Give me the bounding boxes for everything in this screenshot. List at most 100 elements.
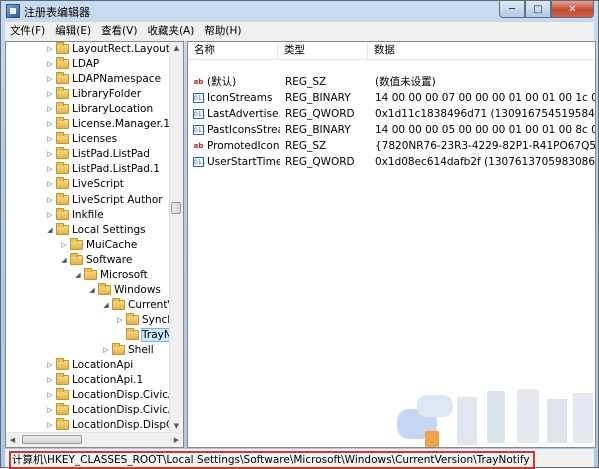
tree-item-label: Shell [128,344,154,356]
expand-arrow-icon[interactable]: ▷ [102,343,110,358]
folder-icon [56,102,69,115]
value-name: (默认) [207,76,237,88]
value-row[interactable]: 011PastIconsStream REG_BINARY 14 00 00 00 … [188,122,595,138]
expand-arrow-icon[interactable]: ▷ [46,42,54,57]
scroll-thumb[interactable] [171,202,181,214]
folder-icon [56,358,69,371]
tree-item[interactable]: ▷ LocationDisp.DispCivicA [46,418,183,433]
tree-item[interactable]: ▷ LibraryFolder [46,87,141,102]
title-bar[interactable]: 注册表编辑器 ─ □ ✕ [1,1,598,21]
expand-arrow-icon[interactable]: ▷ [46,373,54,388]
scroll-left-arrow-icon[interactable]: ◀ [6,433,19,447]
window-controls: ─ □ ✕ [499,1,594,19]
folder-icon [56,72,69,85]
tree-horizontal-scrollbar[interactable]: ◀ ▶ [6,432,183,447]
expand-arrow-icon[interactable]: ▷ [46,162,54,177]
expand-arrow-icon[interactable]: ▷ [46,388,54,403]
maximize-button[interactable]: □ [525,1,551,18]
menu-favorites[interactable]: 收藏夹(A) [142,22,199,41]
tree-item[interactable]: ▷ Shell [102,343,154,358]
value-row[interactable]: 011 UserStartTime REG_QWORD 0x1d08ec614dafb… [188,154,595,170]
value-row[interactable]: ab (默认) REG_SZ (数值未设置) [188,74,595,90]
tree-item[interactable]: ◢ Windows [88,282,161,298]
tree-item[interactable]: ▷ Licenses [46,132,117,147]
tree-item[interactable]: ▷ LocationDisp.CivicAddr [46,388,183,403]
collapse-arrow-icon[interactable]: ◢ [88,283,96,298]
value-type: REG_SZ [285,76,327,88]
tree-item[interactable]: ▷ MuiCache [60,237,137,253]
value-type: REG_QWORD [285,156,355,168]
registry-tree[interactable]: ▷ LocationDisp.DispCivicA ▷ LocationDisp.Ci… [5,41,184,448]
folder-icon [112,297,125,310]
value-data: 14 00 00 00 07 00 00 00 01 00 01 00 1c 0… [375,92,595,104]
expand-arrow-icon[interactable]: ▷ [46,403,54,418]
tree-item[interactable]: ▷ LDAP [46,57,99,72]
expand-arrow-icon[interactable]: ▷ [46,72,54,87]
tree-item-label: ListPad.ListPad [72,148,150,161]
value-row[interactable]: 011LastAdvertise... REG_QWORD 0x1d11c18384… [188,106,595,122]
expand-arrow-icon[interactable]: ▷ [46,132,54,147]
tree-item[interactable]: ▷ lnkfile [46,207,104,223]
tree-item[interactable]: ▷ LibraryLocation [46,102,153,117]
tree-item-label: Licenses [72,133,118,146]
value-row[interactable]: abPromotedIcon... REG_SZ {7820NR76-23R3-42… [188,138,595,154]
column-name-header[interactable]: 名称 [188,42,278,59]
expand-arrow-icon[interactable]: ▷ [46,87,54,102]
tree-item[interactable]: ▷ LDAPNamespace [46,72,161,87]
menu-file[interactable]: 文件(F) [5,22,50,41]
column-data-header[interactable]: 数据 [368,42,595,59]
menu-edit[interactable]: 编辑(E) [50,22,96,41]
expand-arrow-icon[interactable]: ▷ [46,193,54,208]
expand-arrow-icon[interactable]: ▷ [60,238,68,253]
tree-item[interactable]: ◢ Software [60,252,132,268]
expand-arrow-icon[interactable]: ▷ [46,147,54,162]
value-data: 14 00 00 00 05 00 00 00 01 00 01 00 8c 0… [375,124,595,136]
collapse-arrow-icon[interactable]: ◢ [46,223,54,238]
menu-view[interactable]: 查看(V) [96,22,142,41]
expand-arrow-icon[interactable]: ▷ [46,102,54,117]
value-name-cell: 011 UserStartTime [188,154,280,170]
tree-item[interactable]: ▷ LocationDisp.CivicAddr [46,403,183,418]
expand-arrow-icon[interactable]: ▷ [116,313,124,328]
menu-help[interactable]: 帮助(H) [199,22,246,41]
expand-arrow-icon[interactable]: ▷ [46,57,54,72]
tree-item[interactable]: ▷ LiveScript [46,177,124,192]
folder-icon [56,87,69,100]
tree-item[interactable]: ▷ LiveScript Author [46,192,163,208]
expand-arrow-icon[interactable]: ▷ [46,208,54,223]
scroll-thumb[interactable] [22,435,82,444]
tree-item[interactable]: ◢ Microsoft [74,267,148,283]
folder-icon [98,282,111,295]
tree-vertical-scrollbar[interactable]: ▲ ▼ [169,42,183,433]
tree-item-label: ListPad.ListPad.1 [72,163,160,176]
collapse-arrow-icon[interactable]: ◢ [60,253,68,268]
close-button[interactable]: ✕ [551,1,594,18]
tree-item[interactable]: ▷ LocationApi [46,358,133,373]
scroll-up-arrow-icon[interactable]: ▲ [170,42,183,55]
scroll-right-arrow-icon[interactable]: ▶ [170,433,183,447]
column-type-header[interactable]: 类型 [278,42,368,59]
value-name-cell: abPromotedIcon... [188,138,280,154]
tree-item[interactable]: ▷ ListPad.ListPad [46,147,150,162]
folder-icon [56,147,69,160]
tree-item[interactable]: ▷ SyncM [116,312,176,328]
expand-arrow-icon[interactable]: ▷ [46,177,54,192]
collapse-arrow-icon[interactable]: ◢ [102,298,110,313]
regedit-window: 注册表编辑器 ─ □ ✕ 文件(F) 编辑(E) 查看(V) 收藏夹(A) 帮助… [0,0,599,469]
tree-item-label: LiveScript Author [72,193,163,206]
value-type: REG_SZ [285,140,327,152]
collapse-arrow-icon[interactable]: ◢ [74,268,82,283]
tree-item[interactable]: ◢ Local Settings [46,222,146,238]
expand-arrow-icon[interactable]: ▷ [46,358,54,373]
tree-item[interactable]: ▷ ListPad.ListPad.1 [46,162,160,177]
minimize-button[interactable]: ─ [499,1,525,18]
value-name: UserStartTime [207,156,280,168]
expand-arrow-icon[interactable]: ▷ [46,418,54,433]
registry-path: 计算机\HKEY_CLASSES_ROOT\Local Settings\Sof… [9,451,535,469]
expand-arrow-icon[interactable]: ▷ [46,117,54,132]
tree-item[interactable]: ▷ LayoutRect.LayoutRect. [46,42,183,57]
tree-item[interactable]: ▷ LocationApi.1 [46,373,143,388]
value-row[interactable]: 011 IconStreams REG_BINARY 14 00 00 00 07 0… [188,90,595,106]
value-name: PromotedIcon... [207,140,280,152]
tree-item[interactable]: ▷ License.Manager.1 [46,117,170,132]
